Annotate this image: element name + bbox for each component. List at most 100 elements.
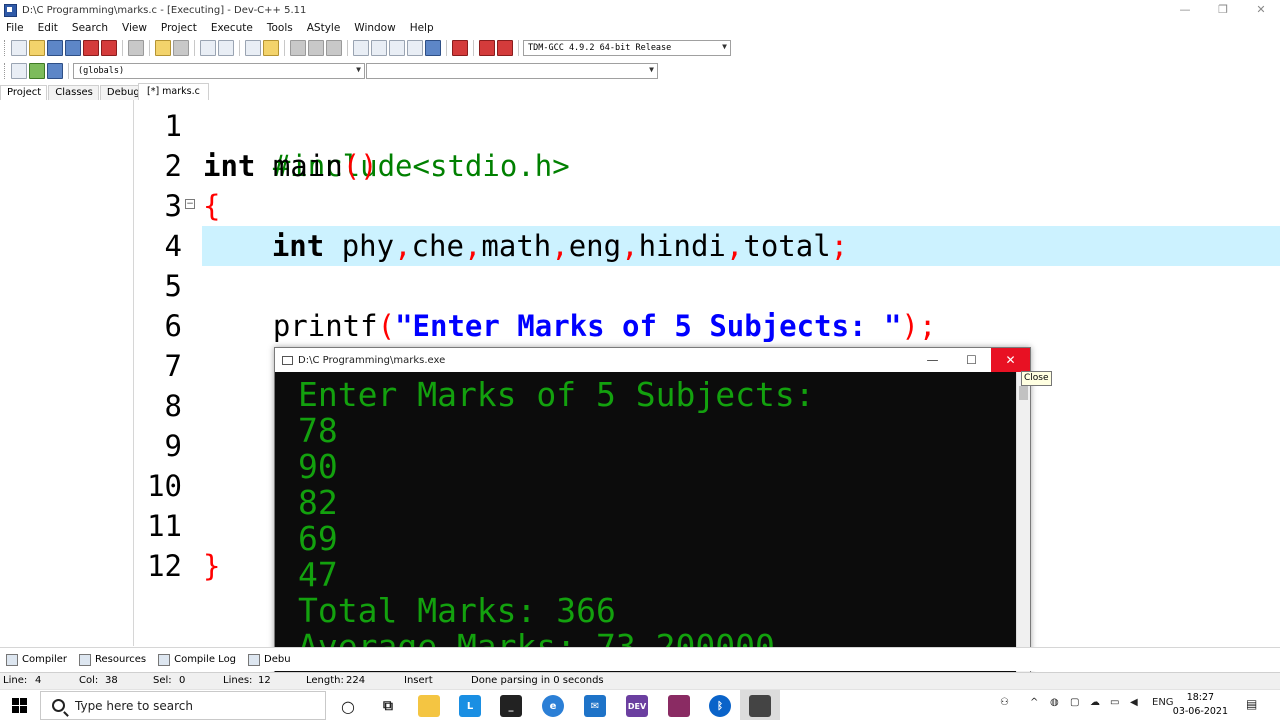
bluetooth-icon[interactable]: ᛒ	[709, 695, 731, 717]
menu-window[interactable]: Window	[354, 22, 395, 34]
function-name: main	[255, 149, 343, 183]
scrollbar-thumb[interactable]	[1019, 386, 1028, 400]
console-window[interactable]: D:\C Programming\marks.exe — ☐ ✕ Enter M…	[274, 347, 1031, 672]
insert-icon[interactable]	[11, 63, 27, 79]
keyword-int: int	[203, 149, 256, 183]
file-explorer-icon[interactable]	[418, 695, 440, 717]
compiler-select-value: TDM-GCC 4.9.2 64-bit Release	[528, 43, 672, 53]
function-printf: printf	[272, 309, 378, 343]
code-line-3: {	[203, 186, 1280, 226]
speaker-icon[interactable]: ◀	[1130, 697, 1138, 708]
indent-icon[interactable]	[245, 40, 261, 56]
console-taskbar-icon[interactable]	[749, 695, 771, 717]
menu-help[interactable]: Help	[410, 22, 434, 34]
cortana-icon[interactable]: ○	[337, 695, 359, 717]
compiler-select[interactable]: TDM-GCC 4.9.2 64-bit Release ▼	[523, 40, 731, 56]
tab-debug-bottom[interactable]: Debu	[248, 653, 291, 666]
new-file-icon[interactable]	[11, 40, 27, 56]
toolbar-separator	[446, 40, 447, 56]
tab-compiler[interactable]: Compiler	[6, 653, 67, 666]
menu-file[interactable]: File	[6, 22, 24, 34]
syntax-check-icon[interactable]	[425, 40, 441, 56]
function-select[interactable]: ▼	[366, 63, 658, 79]
terminal-icon[interactable]: _	[500, 695, 522, 717]
replace-icon[interactable]	[218, 40, 234, 56]
language-indicator[interactable]: ENG	[1152, 697, 1174, 708]
print-icon[interactable]	[128, 40, 144, 56]
console-close-button[interactable]: ✕	[991, 348, 1030, 372]
resources-icon	[79, 653, 92, 666]
status-sel-label: Sel:	[153, 675, 172, 686]
menu-execute[interactable]: Execute	[211, 22, 253, 34]
mail-icon[interactable]: ✉	[584, 695, 606, 717]
close-button[interactable]: ✕	[1242, 0, 1280, 20]
line-number-gutter: 1 2 3 − 4 5 6 7 8 9 10 11 12	[137, 101, 201, 646]
notification-icon[interactable]: ▤	[1246, 697, 1257, 711]
compile-run-icon[interactable]	[389, 40, 405, 56]
toolbar-handle[interactable]	[4, 40, 7, 56]
people-icon[interactable]: ⚇	[1000, 697, 1009, 708]
tab-compile-log[interactable]: Compile Log	[158, 653, 236, 666]
menu-view[interactable]: View	[122, 22, 147, 34]
presentation-app-icon[interactable]	[668, 695, 690, 717]
unindent-icon[interactable]	[263, 40, 279, 56]
bookmark-icon[interactable]	[47, 63, 63, 79]
console-output[interactable]: Enter Marks of 5 Subjects: 78 90 82 69 4…	[275, 372, 1016, 672]
status-message: Done parsing in 0 seconds	[471, 675, 604, 686]
tray-chevron-up-icon[interactable]: ^	[1030, 697, 1038, 708]
menu-project[interactable]: Project	[161, 22, 197, 34]
open-file-icon[interactable]	[29, 40, 45, 56]
stop-execution-icon[interactable]	[452, 40, 468, 56]
profile-icon[interactable]	[479, 40, 495, 56]
open-brace: {	[203, 189, 221, 223]
menu-tools[interactable]: Tools	[267, 22, 293, 34]
redo-icon[interactable]	[173, 40, 189, 56]
menu-astyle[interactable]: AStyle	[307, 22, 341, 34]
delete-profile-icon[interactable]	[497, 40, 513, 56]
taskbar-clock[interactable]: 18:27 03-06-2021	[1173, 691, 1228, 719]
goto-icon[interactable]	[29, 63, 45, 79]
save-all-icon[interactable]	[65, 40, 81, 56]
clock-time: 18:27	[1186, 692, 1215, 703]
learning-app-icon[interactable]: L	[459, 695, 481, 717]
onedrive-icon[interactable]: ☁	[1090, 697, 1100, 708]
devcpp-taskbar-icon[interactable]: DEV	[626, 695, 648, 717]
minimize-button[interactable]: —	[1166, 0, 1204, 20]
tab-classes[interactable]: Classes	[48, 85, 99, 100]
globals-select[interactable]: (globals) ▼	[73, 63, 365, 79]
line-number: 9	[164, 429, 182, 463]
close-all-icon[interactable]	[101, 40, 117, 56]
console-minimize-button[interactable]: —	[913, 348, 952, 372]
edge-browser-icon[interactable]: e	[542, 695, 564, 717]
project-add-icon[interactable]	[308, 40, 324, 56]
line-number: 11	[147, 509, 182, 543]
console-maximize-button[interactable]: ☐	[952, 348, 991, 372]
undo-icon[interactable]	[155, 40, 171, 56]
close-file-icon[interactable]	[83, 40, 99, 56]
console-scrollbar[interactable]: ▼	[1016, 372, 1030, 672]
windows-start-icon[interactable]	[12, 698, 27, 713]
network-icon[interactable]: ◍	[1050, 697, 1059, 708]
restore-button[interactable]: ❐	[1204, 0, 1242, 20]
task-view-icon[interactable]: ⧉	[377, 695, 399, 717]
save-icon[interactable]	[47, 40, 63, 56]
meet-icon[interactable]: ▢	[1070, 697, 1079, 708]
compile-icon[interactable]	[353, 40, 369, 56]
project-options-icon[interactable]	[326, 40, 342, 56]
rebuild-icon[interactable]	[407, 40, 423, 56]
fold-toggle-icon[interactable]: −	[185, 199, 195, 209]
find-icon[interactable]	[200, 40, 216, 56]
console-title-bar[interactable]: D:\C Programming\marks.exe — ☐ ✕	[275, 348, 1030, 372]
project-new-icon[interactable]	[290, 40, 306, 56]
battery-icon[interactable]: ▭	[1110, 697, 1119, 708]
toolbar-handle[interactable]	[4, 63, 7, 79]
editor-tab-marks-c[interactable]: [*] marks.c	[138, 83, 209, 100]
project-browser-panel[interactable]	[0, 100, 134, 646]
run-icon[interactable]	[371, 40, 387, 56]
menu-edit[interactable]: Edit	[38, 22, 58, 34]
windows-taskbar: Type here to search ○ ⧉ L _ e ✉ DEV ᛒ ⚇ …	[0, 689, 1280, 720]
tab-project[interactable]: Project	[0, 85, 48, 100]
tab-resources[interactable]: Resources	[79, 653, 146, 666]
menu-search[interactable]: Search	[72, 22, 108, 34]
taskbar-search-box[interactable]: Type here to search	[40, 691, 326, 720]
